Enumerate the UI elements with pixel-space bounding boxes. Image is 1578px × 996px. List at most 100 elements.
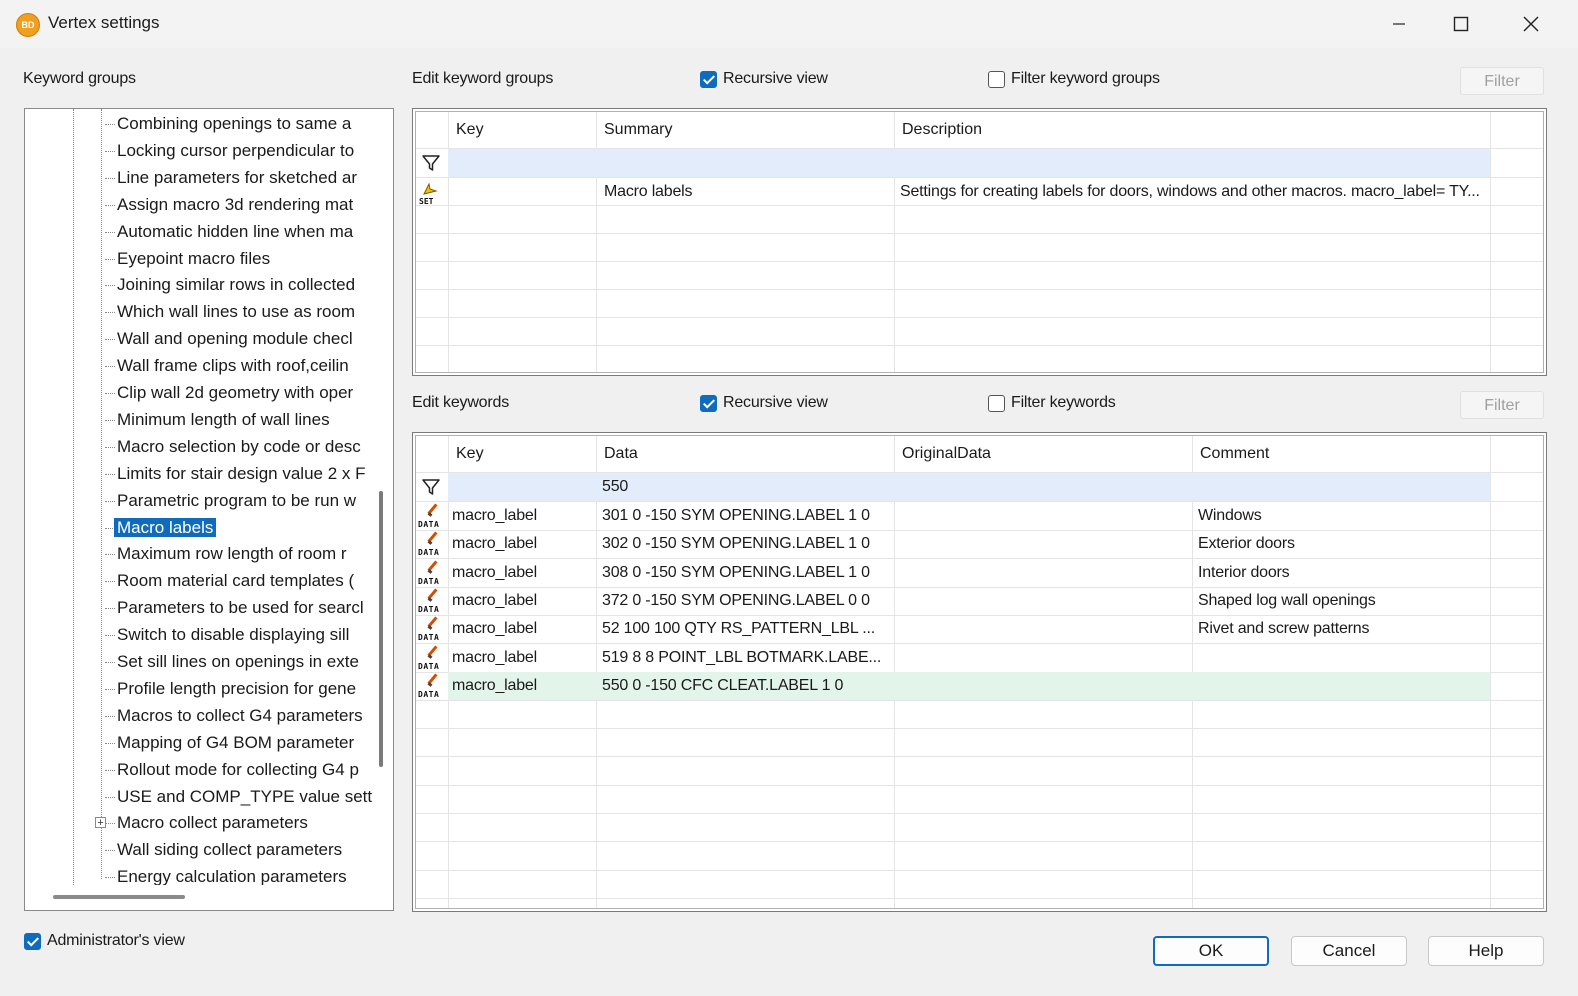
column-header-key[interactable]: Key <box>448 436 596 472</box>
tree-item[interactable]: USE and COMP_TYPE value sett <box>117 784 372 810</box>
checkbox-checked-icon <box>700 70 717 88</box>
tree-item[interactable]: Assign macro 3d rendering mat <box>117 192 353 218</box>
keyword-data-cell[interactable]: 308 0 -150 SYM OPENING.LABEL 1 0 <box>602 559 888 587</box>
keyword-data-cell[interactable]: 519 8 8 POINT_LBL BOTMARK.LABE... <box>602 644 888 672</box>
tree-item-label: Rollout mode for collecting G4 p <box>117 759 359 779</box>
tree-item[interactable]: Parameters to be used for searcl <box>117 595 364 621</box>
data-row-icon: DATA <box>418 644 444 671</box>
tree-item[interactable]: Parametric program to be run w <box>117 488 356 514</box>
administrators-view-label: Administrator's view <box>47 932 185 949</box>
tree-item[interactable]: Macro selection by code or desc <box>117 434 361 460</box>
tree-item[interactable]: Joining similar rows in collected <box>117 272 355 298</box>
expand-plus-icon[interactable]: + <box>95 817 106 829</box>
tree-item-label: Macro collect parameters <box>117 813 308 833</box>
column-header-description[interactable]: Description <box>894 112 1490 148</box>
administrators-view-checkbox[interactable]: Administrator's view <box>24 932 185 950</box>
keyword-key-cell[interactable]: macro_label <box>452 615 592 643</box>
keyword-comment-cell[interactable]: Rivet and screw patterns <box>1198 615 1484 643</box>
column-header-comment[interactable]: Comment <box>1192 436 1490 472</box>
minimize-button[interactable] <box>1364 0 1434 48</box>
keyword-comment-cell[interactable]: Interior doors <box>1198 559 1484 587</box>
keyword-original-cell[interactable] <box>900 530 1186 558</box>
tree-item[interactable]: Clip wall 2d geometry with oper <box>117 380 353 406</box>
groups-filter-button[interactable]: Filter <box>1460 67 1544 95</box>
tree-item[interactable]: Rollout mode for collecting G4 p <box>117 757 359 783</box>
column-header-data[interactable]: Data <box>596 436 894 472</box>
keyword-comment-cell[interactable]: Windows <box>1198 502 1484 530</box>
tree-item-label: Locking cursor perpendicular to <box>117 140 355 160</box>
tree-item[interactable]: Combining openings to same a <box>117 111 351 137</box>
filter-data-value[interactable]: 550 <box>602 473 882 501</box>
keyword-original-cell[interactable] <box>900 615 1186 643</box>
column-header-originaldata[interactable]: OriginalData <box>894 436 1192 472</box>
keyword-original-cell[interactable] <box>900 672 1186 700</box>
keyword-comment-cell[interactable]: Exterior doors <box>1198 530 1484 558</box>
keyword-data-cell[interactable]: 372 0 -150 SYM OPENING.LABEL 0 0 <box>602 587 888 615</box>
tree-item[interactable]: Macro labels <box>114 515 217 541</box>
cancel-button[interactable]: Cancel <box>1291 936 1407 966</box>
keyword-data-cell[interactable]: 301 0 -150 SYM OPENING.LABEL 1 0 <box>602 502 888 530</box>
filter-keyword-groups-checkbox[interactable]: Filter keyword groups <box>988 70 1160 88</box>
tree-item[interactable]: Line parameters for sketched ar <box>117 165 357 191</box>
column-header-summary[interactable]: Summary <box>596 112 894 148</box>
keyword-original-cell[interactable] <box>900 502 1186 530</box>
keyword-key-cell[interactable]: macro_label <box>452 559 592 587</box>
keyword-original-cell[interactable] <box>900 644 1186 672</box>
keyword-key-cell[interactable]: macro_label <box>452 644 592 672</box>
groups-recursive-view-checkbox[interactable]: Recursive view <box>700 70 828 88</box>
keyword-comment-cell[interactable]: Shaped log wall openings <box>1198 587 1484 615</box>
tree-item[interactable]: Limits for stair design value 2 x F <box>117 461 365 487</box>
keywords-recursive-view-checkbox[interactable]: Recursive view <box>700 394 828 412</box>
group-description-cell[interactable]: Settings for creating labels for doors, … <box>900 178 1488 206</box>
tree-item[interactable]: Set sill lines on openings in exte <box>117 649 359 675</box>
tree-item[interactable]: Macros to collect G4 parameters <box>117 703 363 729</box>
keyword-comment-cell[interactable] <box>1198 644 1484 672</box>
tree-item[interactable]: Profile length precision for gene <box>117 676 356 702</box>
keyword-key-cell[interactable]: macro_label <box>452 530 592 558</box>
tree-item[interactable]: Wall and opening module checl <box>117 326 353 352</box>
keyword-key-cell[interactable]: macro_label <box>452 672 592 700</box>
groups-filter-row[interactable] <box>448 149 1490 177</box>
keyword-data-cell[interactable]: 302 0 -150 SYM OPENING.LABEL 1 0 <box>602 530 888 558</box>
tree-item[interactable]: Mapping of G4 BOM parameter <box>117 730 354 756</box>
column-header-key[interactable]: Key <box>448 112 596 148</box>
tree-item[interactable]: Wall siding collect parameters <box>117 837 342 863</box>
tree-item[interactable]: Automatic hidden line when ma <box>117 219 353 245</box>
ok-button[interactable]: OK <box>1153 936 1269 966</box>
tree-item-label: Mapping of G4 BOM parameter <box>117 732 355 752</box>
group-summary-cell[interactable]: Macro labels <box>604 178 890 206</box>
close-button[interactable] <box>1496 0 1566 48</box>
minimize-icon <box>1393 23 1405 25</box>
filter-keywords-checkbox[interactable]: Filter keywords <box>988 394 1116 412</box>
tree-connector <box>105 715 115 717</box>
tree-vertical-scrollbar[interactable] <box>379 491 383 767</box>
window-title: Vertex settings <box>48 13 160 32</box>
keyword-key-cell[interactable]: macro_label <box>452 587 592 615</box>
tree-item[interactable]: Eyepoint macro files <box>117 246 270 272</box>
tree-item[interactable]: Locking cursor perpendicular to <box>117 138 354 164</box>
keyword-data-cell[interactable]: 550 0 -150 CFC CLEAT.LABEL 1 0 <box>602 672 888 700</box>
tree-item-label: Macros to collect G4 parameters <box>117 705 363 725</box>
tree-horizontal-scrollbar[interactable] <box>53 895 185 899</box>
tree-item[interactable]: Macro collect parameters <box>117 810 308 836</box>
keyword-groups-tree[interactable]: Combining openings to same a Locking curs… <box>24 108 394 911</box>
keyword-original-cell[interactable] <box>900 587 1186 615</box>
keywords-filter-button[interactable]: Filter <box>1460 391 1544 419</box>
tree-item[interactable]: Wall frame clips with roof,ceilin <box>117 353 349 379</box>
help-button[interactable]: Help <box>1428 936 1544 966</box>
tree-connector <box>105 769 115 771</box>
keyword-data-cell[interactable]: 52 100 100 QTY RS_PATTERN_LBL ... <box>602 615 888 643</box>
keyword-original-cell[interactable] <box>900 559 1186 587</box>
keyword-key-cell[interactable]: macro_label <box>452 502 592 530</box>
tree-connector <box>105 688 115 690</box>
tree-item[interactable]: Switch to disable displaying sill <box>117 622 349 648</box>
grid-row-line <box>416 869 1543 871</box>
tree-item[interactable]: Maximum row length of room r <box>117 541 347 567</box>
maximize-button[interactable] <box>1426 0 1496 48</box>
tree-item[interactable]: Minimum length of wall lines <box>117 407 330 433</box>
title-bar: BD Vertex settings <box>0 0 1578 48</box>
tree-item[interactable]: Which wall lines to use as room <box>117 299 355 325</box>
keyword-comment-cell[interactable] <box>1198 672 1484 700</box>
tree-item[interactable]: Room material card templates ( <box>117 568 354 594</box>
tree-connector <box>105 796 115 798</box>
